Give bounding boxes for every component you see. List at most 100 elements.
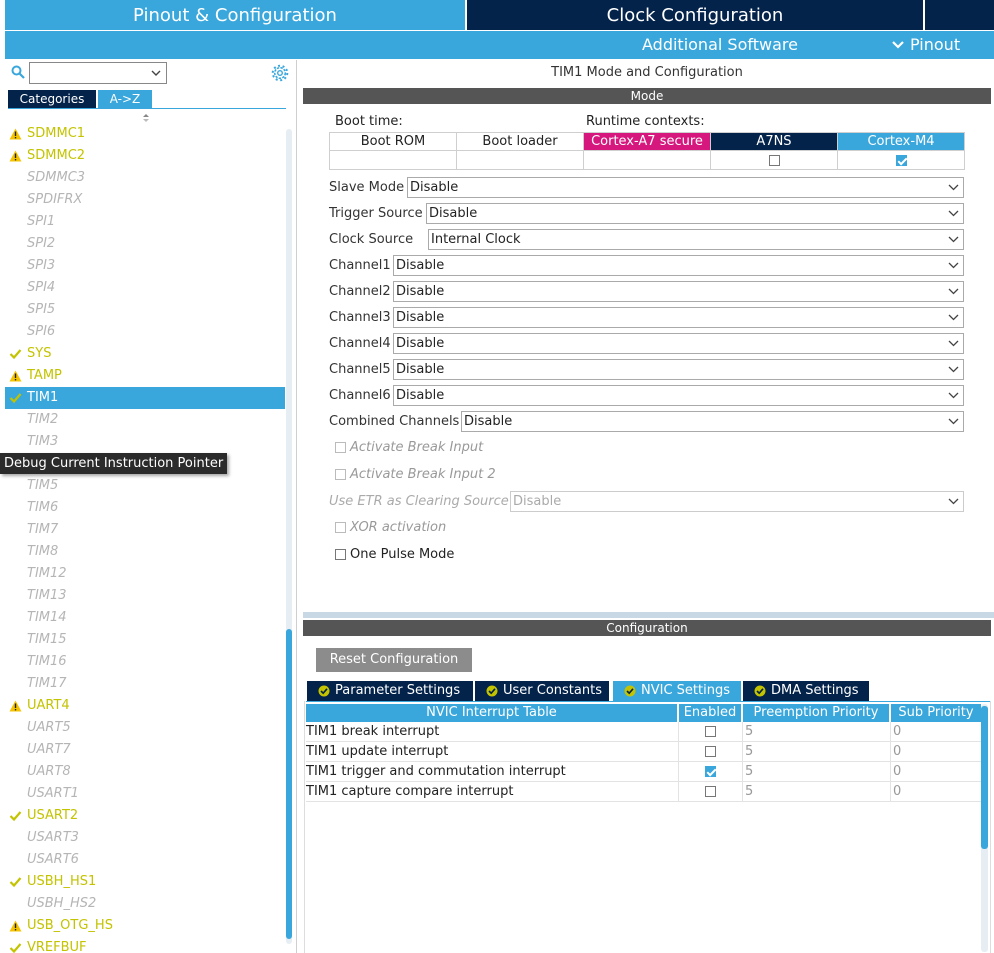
- channel2-select[interactable]: Disable: [393, 281, 964, 302]
- table-row[interactable]: TIM1 trigger and commutation interrupt 5 0: [306, 762, 981, 782]
- checkbox[interactable]: [335, 522, 346, 533]
- list-item-tim16[interactable]: TIM16: [5, 651, 285, 673]
- tab-overflow[interactable]: [925, 0, 994, 30]
- slave-mode-select[interactable]: Disable: [407, 177, 964, 198]
- tab-a-z[interactable]: A->Z: [98, 90, 152, 108]
- preemption-priority[interactable]: 5: [743, 762, 891, 782]
- col-header-preemption[interactable]: Preemption Priority: [743, 704, 889, 722]
- chevron-down-icon[interactable]: [150, 67, 162, 79]
- list-item-usbh_hs1[interactable]: USBH_HS1: [5, 871, 285, 893]
- list-item-tim6[interactable]: TIM6: [5, 497, 285, 519]
- sub-priority[interactable]: 0: [891, 782, 981, 802]
- channel1-select[interactable]: Disable: [393, 255, 964, 276]
- etr-select[interactable]: Disable: [510, 491, 964, 512]
- xor-activation-checkbox[interactable]: XOR activation: [335, 520, 446, 538]
- table-scrollbar[interactable]: [981, 704, 988, 952]
- list-item-spdifrx[interactable]: SPDIFRX: [5, 189, 285, 211]
- preemption-priority[interactable]: 5: [743, 722, 891, 742]
- list-item-tamp[interactable]: TAMP: [5, 365, 285, 387]
- checkbox[interactable]: [335, 469, 346, 480]
- combined-select[interactable]: Disable: [461, 411, 964, 432]
- enabled-checkbox[interactable]: [705, 766, 716, 777]
- list-item-usbh_hs2[interactable]: USBH_HS2: [5, 893, 285, 915]
- cortex-m4-checkbox[interactable]: [895, 154, 907, 166]
- scrollbar-thumb[interactable]: [981, 706, 988, 849]
- activate-break-input-checkbox[interactable]: Activate Break Input: [335, 440, 483, 458]
- channel6-select[interactable]: Disable: [393, 385, 964, 406]
- list-item-uart7[interactable]: UART7: [5, 739, 285, 761]
- a7ns-checkbox[interactable]: [768, 154, 780, 166]
- tab-dma-settings[interactable]: DMA Settings: [743, 681, 869, 701]
- list-item-uart4[interactable]: UART4: [5, 695, 285, 717]
- list-item-spi2[interactable]: SPI2: [5, 233, 285, 255]
- pinout-menu[interactable]: Pinout: [892, 35, 960, 54]
- one-pulse-mode-checkbox[interactable]: One Pulse Mode: [335, 547, 454, 565]
- list-item-tim7[interactable]: TIM7: [5, 519, 285, 541]
- list-item-uart5[interactable]: UART5: [5, 717, 285, 739]
- channel4-select[interactable]: Disable: [393, 333, 964, 354]
- col-header-enabled[interactable]: Enabled: [679, 704, 741, 722]
- list-item-tim17[interactable]: TIM17: [5, 673, 285, 695]
- list-item-tim14[interactable]: TIM14: [5, 607, 285, 629]
- list-item-spi1[interactable]: SPI1: [5, 211, 285, 233]
- list-item-usart1[interactable]: USART1: [5, 783, 285, 805]
- list-item-uart8[interactable]: UART8: [5, 761, 285, 783]
- scrollbar-thumb[interactable]: [286, 629, 292, 939]
- additional-software-button[interactable]: Additional Software: [642, 35, 798, 54]
- enabled-checkbox[interactable]: [705, 746, 716, 757]
- list-item-spi5[interactable]: SPI5: [5, 299, 285, 321]
- tab-categories[interactable]: Categories: [8, 90, 96, 108]
- col-header-interrupt[interactable]: NVIC Interrupt Table: [306, 704, 677, 722]
- list-item-spi4[interactable]: SPI4: [5, 277, 285, 299]
- col-header-sub-priority[interactable]: Sub Priority: [891, 704, 981, 722]
- gear-icon[interactable]: [271, 64, 289, 82]
- list-item-usb_otg_hs[interactable]: USB_OTG_HS: [5, 915, 285, 937]
- channel3-select[interactable]: Disable: [393, 307, 964, 328]
- tab-clock-configuration[interactable]: Clock Configuration: [467, 0, 923, 30]
- list-item-tim15[interactable]: TIM15: [5, 629, 285, 651]
- enabled-checkbox[interactable]: [705, 786, 716, 797]
- list-item-sys[interactable]: SYS: [5, 343, 285, 365]
- list-item-spi3[interactable]: SPI3: [5, 255, 285, 277]
- sub-priority[interactable]: 0: [891, 762, 981, 782]
- list-item-usart2[interactable]: USART2: [5, 805, 285, 827]
- tab-parameter-settings[interactable]: Parameter Settings: [307, 681, 473, 701]
- search-input[interactable]: [29, 62, 167, 84]
- ctx-boot-loader-cell: [456, 150, 584, 170]
- checkbox[interactable]: [335, 442, 346, 453]
- list-item-vrefbuf[interactable]: VREFBUF: [5, 937, 285, 953]
- trigger-source-select[interactable]: Disable: [426, 203, 964, 224]
- list-item-sdmmc2[interactable]: SDMMC2: [5, 145, 285, 167]
- channel5-select[interactable]: Disable: [393, 359, 964, 380]
- panel-splitter[interactable]: [303, 612, 994, 618]
- checkbox[interactable]: [335, 549, 346, 560]
- enabled-checkbox[interactable]: [705, 726, 716, 737]
- list-item-tim13[interactable]: TIM13: [5, 585, 285, 607]
- list-item-tim8[interactable]: TIM8: [5, 541, 285, 563]
- preemption-priority[interactable]: 5: [743, 742, 891, 762]
- tab-pinout-configuration[interactable]: Pinout & Configuration: [5, 0, 465, 30]
- list-item-tim2[interactable]: TIM2: [5, 409, 285, 431]
- clock-source-select[interactable]: Internal Clock: [428, 229, 964, 250]
- list-item-sdmmc1[interactable]: SDMMC1: [5, 123, 285, 145]
- tab-nvic-settings[interactable]: NVIC Settings: [613, 681, 741, 701]
- preemption-priority[interactable]: 5: [743, 782, 891, 802]
- table-row[interactable]: TIM1 update interrupt 5 0: [306, 742, 981, 762]
- list-item-tim1[interactable]: TIM1: [5, 387, 285, 409]
- list-item-tim5[interactable]: TIM5: [5, 475, 285, 497]
- activate-break-input-2-checkbox[interactable]: Activate Break Input 2: [335, 467, 496, 485]
- sub-priority[interactable]: 0: [891, 722, 981, 742]
- interrupt-name: TIM1 update interrupt: [306, 742, 679, 762]
- list-item-tim3[interactable]: TIM3: [5, 431, 285, 453]
- list-item-spi6[interactable]: SPI6: [5, 321, 285, 343]
- sidebar-scrollbar[interactable]: [286, 129, 292, 944]
- tab-user-constants[interactable]: User Constants: [475, 681, 609, 701]
- list-item-sdmmc3[interactable]: SDMMC3: [5, 167, 285, 189]
- table-row[interactable]: TIM1 capture compare interrupt 5 0: [306, 782, 981, 802]
- list-item-usart6[interactable]: USART6: [5, 849, 285, 871]
- list-item-usart3[interactable]: USART3: [5, 827, 285, 849]
- sub-priority[interactable]: 0: [891, 742, 981, 762]
- table-row[interactable]: TIM1 break interrupt 5 0: [306, 722, 981, 742]
- reset-configuration-button[interactable]: Reset Configuration: [316, 648, 472, 672]
- list-item-tim12[interactable]: TIM12: [5, 563, 285, 585]
